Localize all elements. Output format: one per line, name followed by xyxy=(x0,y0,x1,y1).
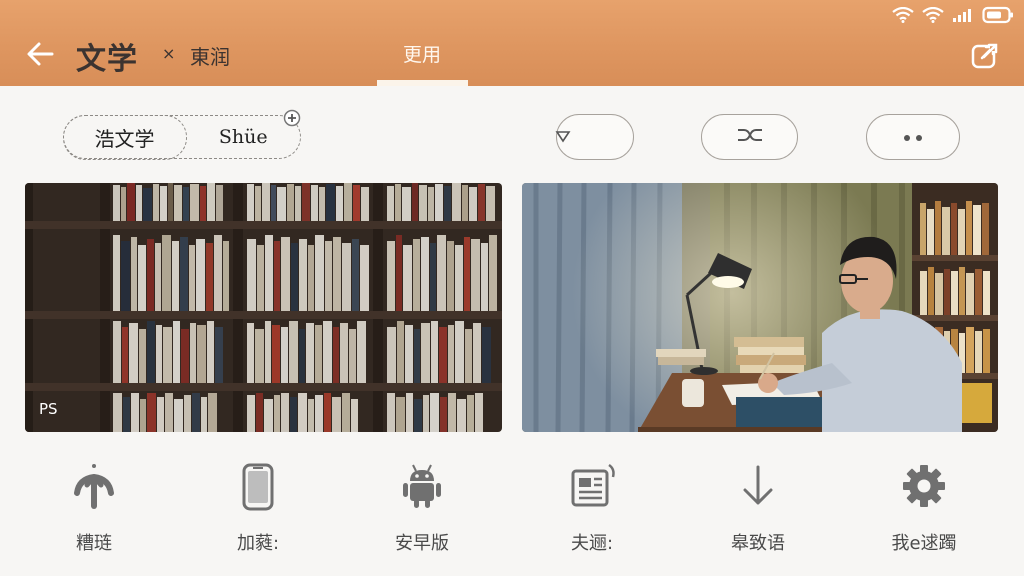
back-arrow-icon[interactable] xyxy=(24,38,56,70)
tab-indicator xyxy=(377,80,468,86)
filter-pill-more[interactable] xyxy=(866,114,960,160)
wifi-icon xyxy=(922,7,944,23)
action-upload[interactable]: 糟琏 xyxy=(34,455,154,560)
android-icon xyxy=(403,464,441,508)
header-subtitle[interactable]: 東润 xyxy=(190,41,230,70)
bottom-action-bar: 糟琏 加蕤: 安早版 夫逦: 皋致语 我e逑躅 xyxy=(0,455,1024,565)
action-phone[interactable]: 加蕤: xyxy=(198,455,318,560)
battery-icon xyxy=(982,6,1014,24)
tab-active[interactable]: 更用 xyxy=(378,40,466,67)
filter-chip-group: 浩文学 Shüe xyxy=(62,109,301,160)
filter-pill-sort[interactable] xyxy=(555,114,634,160)
upload-arrow-icon xyxy=(74,464,114,509)
action-label: 我e逑躅 xyxy=(891,533,957,554)
action-download[interactable]: 皋致语 xyxy=(698,455,818,560)
reading-at-desk-photo xyxy=(522,183,998,432)
action-news[interactable]: 夫逦: xyxy=(532,455,652,560)
reading-photo-card[interactable] xyxy=(522,183,998,432)
status-bar xyxy=(892,4,1014,26)
action-label: 加蕤: xyxy=(236,533,280,554)
action-settings[interactable]: 我e逑躅 xyxy=(864,455,984,560)
wifi-icon xyxy=(892,7,914,23)
filter-chip-primary[interactable]: 浩文学 xyxy=(62,114,187,160)
more-dots-icon xyxy=(901,128,925,147)
share-icon[interactable] xyxy=(970,40,1000,70)
shuffle-icon xyxy=(735,125,765,149)
bookshelf-photo xyxy=(25,183,502,432)
phone-icon xyxy=(242,463,274,511)
add-badge-icon[interactable] xyxy=(282,108,302,128)
news-icon xyxy=(571,463,615,507)
action-label: 夫逦: xyxy=(570,533,614,554)
close-subtitle-button[interactable]: × xyxy=(162,44,175,63)
action-label: 安早版 xyxy=(395,533,449,554)
caret-left-icon xyxy=(555,128,571,148)
card-overlay-text: PS xyxy=(39,400,58,418)
page-title: 文学 xyxy=(76,42,138,77)
signal-icon xyxy=(952,7,974,23)
app-header: 文学 × 東润 更用 xyxy=(0,0,1024,86)
filter-pill-shuffle[interactable] xyxy=(701,114,798,160)
download-icon xyxy=(743,465,773,505)
action-label: 皋致语 xyxy=(731,533,785,554)
bookshelf-photo-card[interactable]: PS xyxy=(25,183,502,432)
settings-gear-icon xyxy=(903,465,945,507)
action-label: 糟琏 xyxy=(76,533,112,554)
action-android[interactable]: 安早版 xyxy=(362,455,482,560)
